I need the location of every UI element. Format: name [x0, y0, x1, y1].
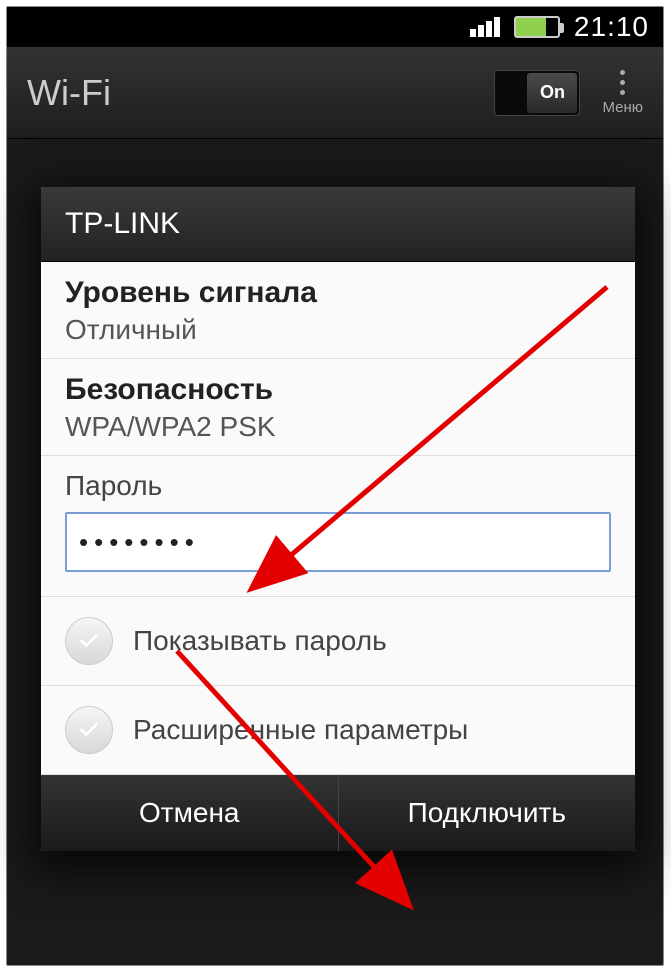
signal-section: Уровень сигнала Отличный	[41, 262, 635, 359]
dialog-body: Уровень сигнала Отличный Безопасность WP…	[41, 262, 635, 775]
menu-dots-icon	[620, 70, 625, 95]
wifi-toggle[interactable]: On	[494, 70, 580, 116]
password-section: Пароль	[41, 456, 635, 597]
menu-button[interactable]: Меню	[602, 70, 643, 116]
advanced-options-label: Расширенные параметры	[133, 714, 468, 746]
dialog-buttons: Отмена Подключить	[41, 775, 635, 851]
security-value: WPA/WPA2 PSK	[65, 411, 611, 443]
show-password-row[interactable]: Показывать пароль	[41, 597, 635, 686]
connect-button[interactable]: Подключить	[338, 775, 636, 851]
security-section: Безопасность WPA/WPA2 PSK	[41, 359, 635, 456]
checkmark-icon	[65, 706, 113, 754]
status-bar: 21:10	[7, 7, 663, 47]
security-label: Безопасность	[65, 373, 611, 407]
signal-label: Уровень сигнала	[65, 276, 611, 310]
page-title: Wi-Fi	[27, 72, 494, 114]
signal-value: Отличный	[65, 314, 611, 346]
checkmark-icon	[65, 617, 113, 665]
cellular-signal-icon	[470, 17, 500, 37]
advanced-options-row[interactable]: Расширенные параметры	[41, 686, 635, 775]
cancel-button[interactable]: Отмена	[41, 775, 338, 851]
password-input[interactable]	[65, 512, 611, 572]
background-wifi-list	[7, 139, 663, 179]
show-password-label: Показывать пароль	[133, 625, 387, 657]
dialog-title: TP-LINK	[41, 187, 635, 262]
wifi-connect-dialog: TP-LINK Уровень сигнала Отличный Безопас…	[41, 187, 635, 851]
clock-time: 21:10	[574, 11, 649, 43]
app-header: Wi-Fi On Меню	[7, 47, 663, 139]
wifi-toggle-knob: On	[527, 73, 577, 113]
menu-label: Меню	[602, 99, 643, 116]
phone-frame: 21:10 Wi-Fi On Меню TP-LINK Уровень сигн…	[6, 6, 664, 966]
password-label: Пароль	[65, 470, 611, 502]
battery-icon	[514, 16, 560, 38]
